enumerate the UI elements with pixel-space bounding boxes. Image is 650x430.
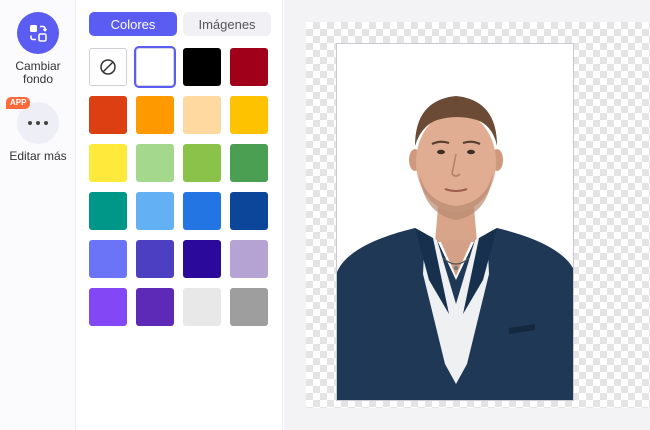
tab-images[interactable]: Imágenes — [183, 12, 271, 36]
color-swatch[interactable] — [183, 96, 221, 134]
edit-more-label: Editar más — [9, 149, 67, 163]
no-color-swatch[interactable] — [89, 48, 127, 86]
color-swatch[interactable] — [89, 288, 127, 326]
color-swatch[interactable] — [89, 96, 127, 134]
panel-tabs: Colores Imágenes — [89, 12, 271, 36]
portrait-illustration — [337, 96, 573, 400]
color-swatch[interactable] — [134, 46, 176, 88]
color-swatch[interactable] — [230, 288, 268, 326]
canvas-area — [284, 0, 650, 430]
change-background-tool[interactable]: Cambiar fondo — [0, 12, 76, 86]
color-swatch[interactable] — [230, 48, 268, 86]
color-swatch[interactable] — [136, 144, 174, 182]
color-panel: Colores Imágenes — [77, 0, 283, 430]
color-swatch[interactable] — [183, 192, 221, 230]
color-swatch[interactable] — [89, 192, 127, 230]
color-swatch[interactable] — [89, 240, 127, 278]
color-swatch[interactable] — [230, 96, 268, 134]
color-swatch[interactable] — [89, 144, 127, 182]
no-color-icon — [100, 59, 116, 75]
color-swatch[interactable] — [136, 96, 174, 134]
swap-background-icon — [17, 12, 59, 54]
color-swatch-grid — [89, 46, 268, 326]
color-swatch[interactable] — [136, 240, 174, 278]
color-swatch[interactable] — [230, 240, 268, 278]
change-background-label: Cambiar fondo — [15, 59, 61, 86]
color-swatch[interactable] — [230, 192, 268, 230]
tab-colors[interactable]: Colores — [89, 12, 177, 36]
color-swatch[interactable] — [183, 288, 221, 326]
portrait-photo[interactable] — [336, 43, 574, 401]
tool-rail: Cambiar fondo APP Editar más — [0, 0, 76, 430]
app-badge: APP — [6, 97, 31, 109]
color-swatch[interactable] — [183, 144, 221, 182]
color-swatch[interactable] — [183, 240, 221, 278]
edit-more-tool[interactable]: APP Editar más — [0, 97, 76, 163]
color-swatch[interactable] — [136, 192, 174, 230]
color-swatch[interactable] — [183, 48, 221, 86]
color-swatch[interactable] — [136, 288, 174, 326]
color-swatch[interactable] — [230, 144, 268, 182]
